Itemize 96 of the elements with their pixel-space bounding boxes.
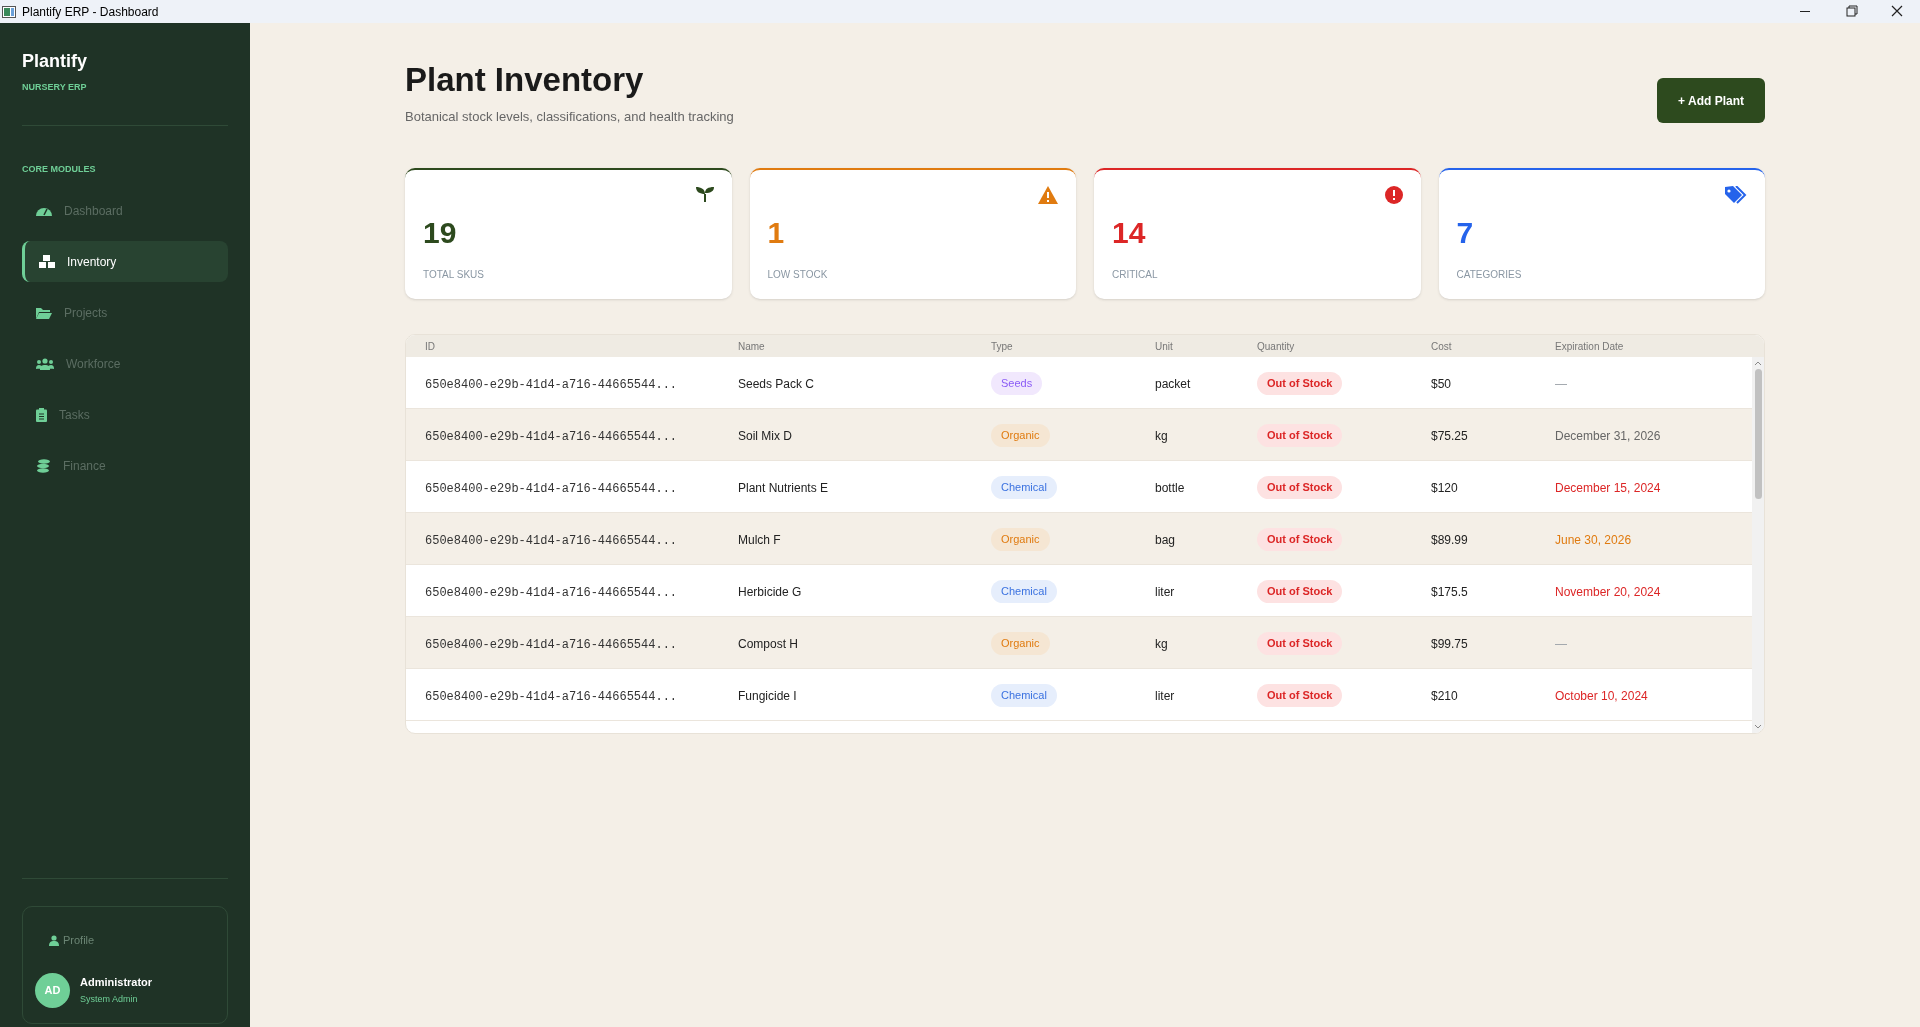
expiration-cell: June 30, 2026 [1555,532,1632,547]
boxes-icon [39,255,55,268]
profile-link[interactable]: Profile [63,932,95,949]
expiration-cell: December 15, 2024 [1555,480,1661,495]
type-badge: Organic [991,528,1050,551]
name-cell: Compost H [738,636,799,651]
sprout-icon [695,186,714,202]
id-cell-text: 650e8400-e29b-41d4-a716-44665544... [424,689,678,704]
quantity-badge: Out of Stock [1257,684,1343,707]
stat-label: LOW STOCK [767,268,829,282]
name-cell: Soil Mix D [738,428,792,443]
brand-title: Plantify [22,50,88,73]
section-heading: CORE MODULES [22,162,97,176]
nav-item[interactable]: Dashboard [22,190,228,231]
id-cell-text: 650e8400-e29b-41d4-a716-44665544... [424,533,678,548]
tags-icon [1725,186,1747,204]
column-header: Name [738,339,766,354]
cost-cell: $210 [1431,688,1458,703]
id-cell-text: 650e8400-e29b-41d4-a716-44665544... [424,585,678,600]
cost-cell: $175.5 [1431,584,1468,599]
name-cell: Plant Nutrients E [738,480,829,495]
scroll-down-icon[interactable] [1754,724,1762,730]
stat-value: 19 [423,215,458,251]
quantity-badge: Out of Stock [1257,372,1343,395]
clipboard-icon [36,407,47,422]
expiration-cell: November 20, 2024 [1555,584,1661,599]
unit-cell: bag [1155,532,1176,547]
stat-value: 1 [767,215,786,251]
type-badge: Organic [991,632,1050,655]
nav-item[interactable]: Workforce [22,343,228,384]
quantity-badge: Out of Stock [1257,632,1343,655]
expiration-cell: — [1555,376,1567,391]
warning-icon [1038,186,1058,204]
quantity-badge: Out of Stock [1257,528,1343,551]
user-name: Administrator [80,974,153,990]
column-header: Type [991,339,1014,354]
id-cell-text: 650e8400-e29b-41d4-a716-44665544... [424,377,678,392]
unit-cell: kg [1155,636,1168,651]
stat-label: CATEGORIES [1456,268,1523,282]
coins-icon [36,458,51,473]
stat-label: CRITICAL [1112,268,1159,282]
unit-cell: liter [1155,688,1175,703]
id-cell-text: 650e8400-e29b-41d4-a716-44665544... [424,481,678,496]
name-cell: Herbicide G [738,584,802,599]
cost-cell: $120 [1431,480,1458,495]
user-role: System Admin [80,993,139,1006]
brand-subtitle: NURSERY ERP [22,81,88,94]
folder-icon [36,306,52,319]
quantity-badge: Out of Stock [1257,580,1343,603]
people-icon [36,357,54,370]
unit-cell: packet [1155,376,1191,391]
nav-item[interactable]: Tasks [22,394,228,435]
name-cell: Mulch F [738,532,781,547]
nav-item[interactable]: Projects [22,292,228,333]
column-header: Quantity [1257,339,1296,354]
name-cell: Fungicide I [738,688,797,703]
stat-value: 7 [1456,215,1475,251]
type-badge: Chemical [991,476,1057,499]
column-header: Cost [1431,339,1453,354]
type-badge: Chemical [991,580,1057,603]
scrollbar[interactable] [1752,357,1764,733]
type-badge: Seeds [991,372,1043,395]
alert-icon [1384,186,1403,204]
expiration-cell: October 10, 2024 [1555,688,1648,703]
window-title: Plantify ERP - Dashboard [22,3,159,21]
type-badge: Chemical [991,684,1057,707]
expiration-cell: — [1555,636,1567,651]
stat-label: TOTAL SKUS [423,268,485,282]
stat-value: 14 [1112,215,1147,251]
cost-cell: $50 [1431,376,1452,391]
unit-cell: kg [1155,428,1168,443]
user-icon [49,934,59,946]
quantity-badge: Out of Stock [1257,424,1343,447]
scroll-thumb[interactable] [1754,369,1762,499]
id-cell-text: 650e8400-e29b-41d4-a716-44665544... [424,429,678,444]
type-badge: Organic [991,424,1050,447]
unit-cell: liter [1155,584,1175,599]
expiration-cell: December 31, 2026 [1555,428,1661,443]
page-title: Plant Inventory [405,60,645,100]
nav-item[interactable]: Inventory [22,241,228,282]
app-icon [2,5,16,18]
id-cell-text: 650e8400-e29b-41d4-a716-44665544... [424,637,678,652]
column-header: ID [424,339,436,354]
cost-cell: $99.75 [1431,636,1468,651]
avatar: AD [35,972,70,1008]
page-subtitle: Botanical stock levels, classifications, and health tracking [405,107,734,126]
unit-cell: bottle [1155,480,1185,495]
column-header: Expiration Date [1555,339,1625,354]
nav-item[interactable]: Finance [22,445,228,486]
cost-cell: $89.99 [1431,532,1468,547]
add-plant-button[interactable]: + Add Plant [1657,78,1765,123]
scroll-up-icon[interactable] [1754,360,1762,366]
column-header: Unit [1155,339,1174,354]
name-cell: Seeds Pack C [738,376,815,391]
quantity-badge: Out of Stock [1257,476,1343,499]
cost-cell: $75.25 [1431,428,1468,443]
